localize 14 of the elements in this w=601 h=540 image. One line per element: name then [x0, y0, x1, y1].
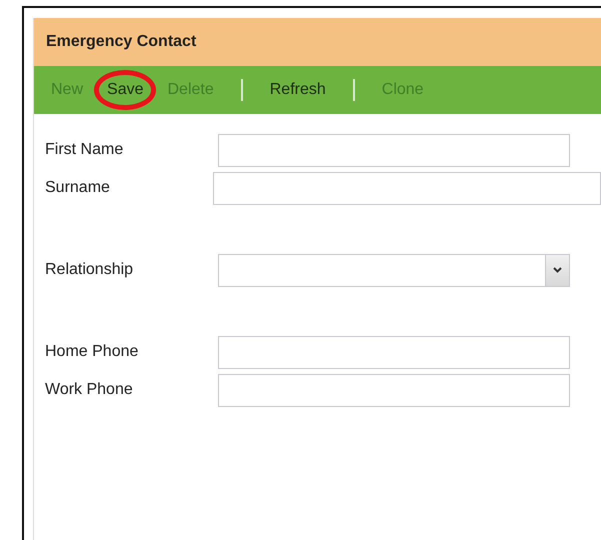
- text-input-field[interactable]: [218, 134, 570, 166]
- chevron-down-icon[interactable]: [545, 254, 569, 286]
- field-label: Home Phone: [45, 343, 140, 361]
- dropdown-field[interactable]: [218, 254, 570, 286]
- text-input-field[interactable]: [218, 374, 570, 406]
- field-label: Work Phone: [45, 381, 134, 399]
- toolbar-button[interactable]: Refresh: [268, 81, 328, 99]
- panel-title: Emergency Contact: [46, 33, 196, 51]
- text-input-field[interactable]: [212, 172, 601, 204]
- field-label: First Name: [45, 141, 124, 159]
- field-label: Surname: [45, 179, 111, 197]
- field-label: Relationship: [45, 261, 134, 279]
- text-input-field[interactable]: [218, 336, 570, 368]
- toolbar-button[interactable]: Save: [105, 81, 146, 99]
